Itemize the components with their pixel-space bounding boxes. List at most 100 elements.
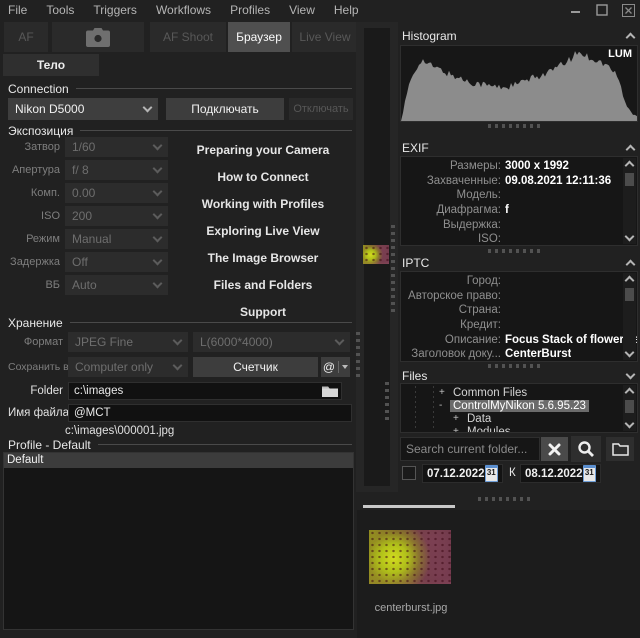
counter-button[interactable]: Счетчик <box>193 357 318 377</box>
splitter-grip[interactable] <box>391 225 395 313</box>
profile-list-item[interactable]: Default <box>4 453 353 468</box>
image-thumbnail[interactable] <box>369 530 451 584</box>
filename-input[interactable] <box>68 404 352 422</box>
splitter-grip[interactable] <box>488 249 544 253</box>
maximize-icon[interactable] <box>594 2 610 18</box>
folder-label: Folder <box>8 385 63 397</box>
help-link[interactable]: How to Connect <box>170 165 356 192</box>
scroll-thumb[interactable] <box>625 288 634 301</box>
scroll-thumb[interactable] <box>625 173 634 186</box>
folder-input[interactable] <box>68 382 342 400</box>
exif-scrollbar[interactable] <box>623 158 636 244</box>
chevron-down-icon <box>153 233 163 243</box>
search-button[interactable] <box>571 436 601 462</box>
splitter-grip[interactable] <box>385 382 389 422</box>
chevron-down-icon[interactable] <box>626 369 636 379</box>
live-view-button[interactable]: Live View <box>292 22 358 52</box>
close-icon[interactable] <box>620 2 636 18</box>
splitter-grip[interactable] <box>356 332 360 380</box>
help-link[interactable]: The Image Browser <box>170 246 356 273</box>
files-scrollbar[interactable] <box>623 385 636 431</box>
minimize-icon[interactable] <box>568 2 584 18</box>
tree-item[interactable]: + Data <box>401 412 637 425</box>
calendar-icon[interactable]: 31 <box>583 465 596 482</box>
scroll-down-icon[interactable] <box>626 348 633 360</box>
exposure-dropdown[interactable]: Auto <box>65 275 168 295</box>
folder-icon[interactable] <box>322 385 338 397</box>
clear-search-button[interactable] <box>541 437 568 461</box>
tab-body[interactable]: Тело <box>3 54 99 76</box>
exposure-row: Затвор 1/60 <box>8 137 168 157</box>
help-link[interactable]: Files and Folders <box>170 273 356 300</box>
exposure-dropdown[interactable]: 1/60 <box>65 137 168 157</box>
menu-item[interactable]: File <box>8 3 27 17</box>
chevron-up-icon[interactable] <box>626 32 636 42</box>
camera-select-value: Nikon D5000 <box>15 102 84 116</box>
chevron-down-icon <box>153 210 163 220</box>
exposure-row: Режим Manual <box>8 229 168 249</box>
menu-item[interactable]: View <box>289 3 315 17</box>
chevron-down-icon <box>153 164 163 174</box>
exposure-dropdown[interactable]: Off <box>65 252 168 272</box>
menu-item[interactable]: Triggers <box>93 3 137 17</box>
af-shoot-button[interactable]: AF Shoot <box>150 22 226 52</box>
tree-expander[interactable]: - <box>439 400 450 411</box>
splitter-grip[interactable] <box>488 364 544 368</box>
image-size-dropdown[interactable]: L(6000*4000) <box>193 332 350 352</box>
menu-item[interactable]: Tools <box>46 3 74 17</box>
af-button[interactable]: AF <box>4 22 48 52</box>
scroll-up-icon[interactable] <box>626 273 633 285</box>
exposure-dropdown[interactable]: Manual <box>65 229 168 249</box>
date-filter-checkbox[interactable] <box>402 466 416 480</box>
token-menu-button[interactable]: @ <box>321 357 350 377</box>
date-to-field[interactable]: 08.12.2022 31 <box>520 464 601 483</box>
browser-tab-button[interactable]: Браузер <box>228 22 290 52</box>
iptc-header: IPTC <box>402 256 634 269</box>
camera-icon <box>86 28 110 47</box>
help-link[interactable]: Preparing your Camera <box>170 138 356 165</box>
scroll-down-icon[interactable] <box>626 232 633 244</box>
scroll-thumb[interactable] <box>625 400 634 413</box>
open-folder-button[interactable] <box>606 437 634 461</box>
menu-item[interactable]: Profiles <box>230 3 270 17</box>
exif-value: 09.08.2021 12:11:36 <box>505 175 611 187</box>
scroll-up-icon[interactable] <box>626 385 633 397</box>
tree-expander[interactable]: + <box>439 387 450 398</box>
profile-section-header: Profile - Default <box>8 438 352 451</box>
search-input[interactable] <box>400 437 540 461</box>
exposure-dropdown[interactable]: 0.00 <box>65 183 168 203</box>
profile-list: Default <box>3 452 354 630</box>
tree-item[interactable]: + Common Files <box>401 386 637 399</box>
save-to-dropdown[interactable]: Computer only <box>68 357 188 377</box>
iptc-scrollbar[interactable] <box>623 273 636 360</box>
iptc-label: Описание: <box>401 334 501 346</box>
tree-expander[interactable]: + <box>453 426 464 433</box>
filmstrip-thumbnail[interactable] <box>363 245 389 264</box>
horizontal-scroll-thumb[interactable] <box>363 505 455 508</box>
folder-row: Folder <box>8 382 352 400</box>
connect-button[interactable]: Подключать <box>166 98 284 120</box>
capture-button[interactable] <box>52 22 144 52</box>
chevron-up-icon[interactable] <box>626 259 636 269</box>
help-link[interactable]: Working with Profiles <box>170 192 356 219</box>
tree-item[interactable]: - ControlMyNikon 5.6.95.23 <box>401 399 637 412</box>
date-from-field[interactable]: 07.12.2022 31 <box>422 464 503 483</box>
menu-item[interactable]: Workflows <box>156 3 211 17</box>
exposure-dropdown[interactable]: 200 <box>65 206 168 226</box>
scroll-down-icon[interactable] <box>626 419 633 431</box>
chevron-down-icon <box>173 336 183 346</box>
tree-expander[interactable]: + <box>453 413 464 424</box>
camera-select[interactable]: Nikon D5000 <box>8 98 158 120</box>
dropdown-value: L(6000*4000) <box>200 335 273 349</box>
splitter-grip[interactable] <box>478 497 534 501</box>
exposure-dropdown[interactable]: f/ 8 <box>65 160 168 180</box>
help-link[interactable]: Exploring Live View <box>170 219 356 246</box>
chevron-up-icon[interactable] <box>626 144 636 154</box>
calendar-icon[interactable]: 31 <box>485 465 498 482</box>
menu-item[interactable]: Help <box>334 3 359 17</box>
format-dropdown[interactable]: JPEG Fine <box>68 332 188 352</box>
tree-item[interactable]: + Modules <box>401 425 637 433</box>
disconnect-button[interactable]: Отключать <box>289 98 353 120</box>
splitter-grip[interactable] <box>488 124 544 128</box>
scroll-up-icon[interactable] <box>626 158 633 170</box>
